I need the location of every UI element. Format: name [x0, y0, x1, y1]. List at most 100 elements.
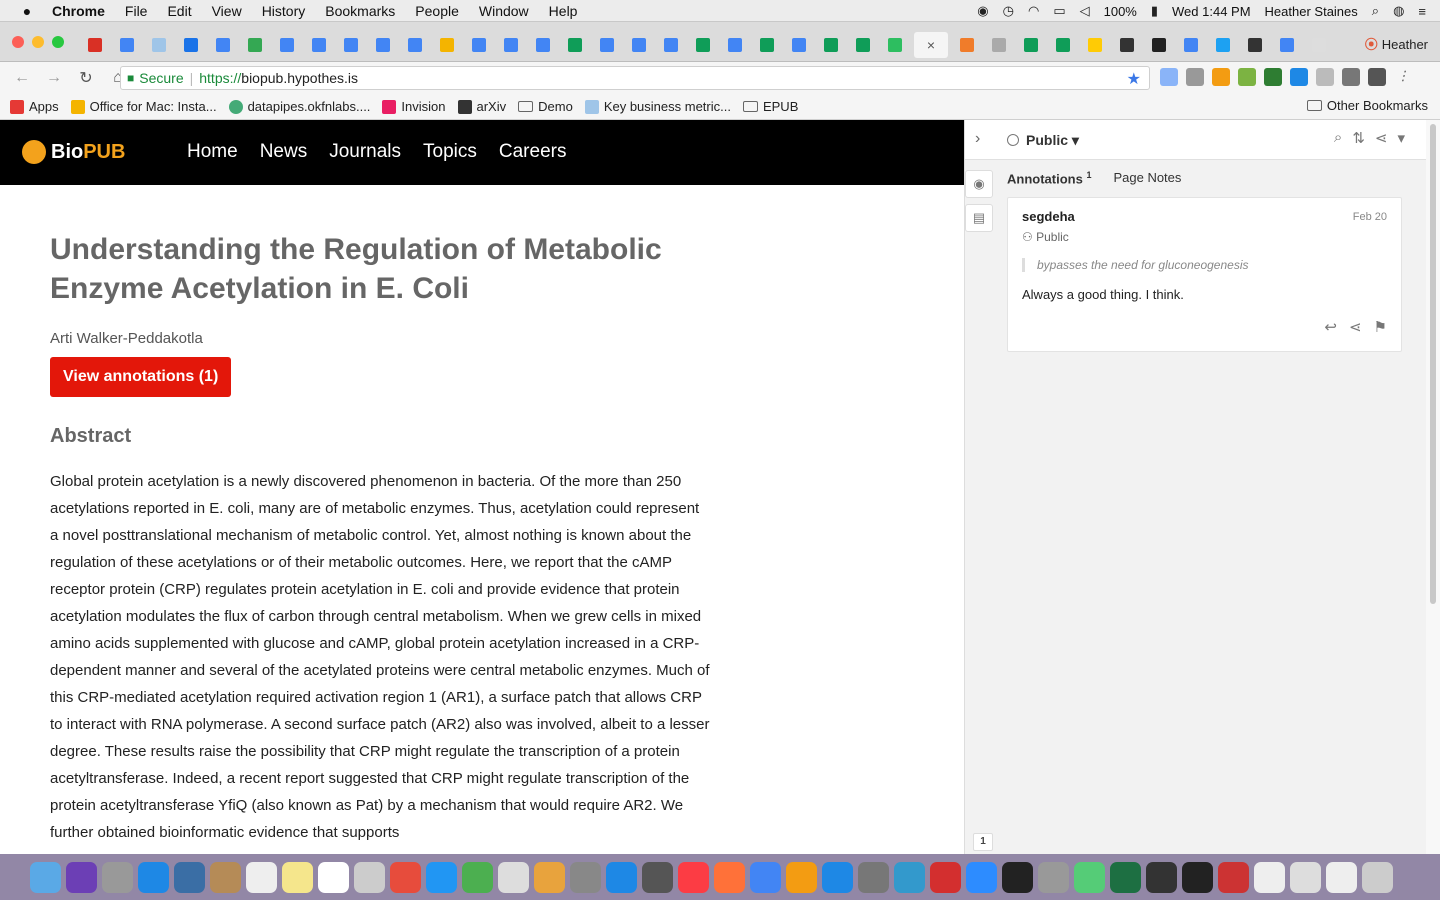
bookmark-arxiv[interactable]: arXiv — [457, 99, 506, 114]
extension-g-icon[interactable] — [1316, 68, 1334, 86]
menu-window[interactable]: Window — [479, 3, 529, 19]
dock-app-icon[interactable] — [894, 861, 925, 893]
tab-page-notes[interactable]: Page Notes — [1113, 170, 1181, 186]
url-bar[interactable]: ■ Secure | https:// biopub.hypothes.is ★ — [120, 66, 1150, 90]
tab-new-tab[interactable] — [1306, 32, 1332, 58]
new-page-note-icon[interactable]: ▤ — [965, 204, 993, 232]
bookmark-demo[interactable]: Demo — [518, 99, 573, 114]
close-window-icon[interactable] — [12, 36, 24, 48]
nav-topics[interactable]: Topics — [423, 141, 477, 163]
tab-docs[interactable] — [594, 32, 620, 58]
lock-icon[interactable]: ■ — [127, 71, 134, 85]
annotation-user[interactable]: segdeha — [1022, 209, 1075, 224]
tab-sheets[interactable] — [690, 32, 716, 58]
menu-bookmarks[interactable]: Bookmarks — [325, 3, 395, 19]
profile-button[interactable]: ⦿ Heather — [1365, 34, 1428, 53]
dock-app-icon[interactable] — [750, 861, 781, 893]
secure-label[interactable]: Secure — [139, 70, 183, 86]
forward-icon[interactable]: → — [44, 69, 64, 87]
annotation-date[interactable]: Feb 20 — [1353, 211, 1387, 223]
tab-hypothesis[interactable] — [1242, 32, 1268, 58]
tab-docs[interactable] — [530, 32, 556, 58]
dock-app-icon[interactable] — [678, 861, 709, 893]
article-author[interactable]: Arti Walker-Peddakotla — [50, 330, 710, 347]
dock-app-icon[interactable] — [210, 861, 241, 893]
tab-sheets[interactable] — [850, 32, 876, 58]
tab-sheets[interactable] — [754, 32, 780, 58]
tab-hypothesis-h[interactable] — [1146, 32, 1172, 58]
tab-sheets[interactable] — [818, 32, 844, 58]
apple-menu-icon[interactable]: ● — [18, 3, 36, 19]
extension-vimium-icon[interactable] — [1212, 68, 1230, 86]
tab-gmail[interactable] — [82, 32, 108, 58]
flag-icon[interactable]: ⚑ — [1374, 318, 1387, 336]
biopub-logo[interactable]: Bio PUB — [22, 140, 125, 164]
menu-people[interactable]: People — [415, 3, 459, 19]
bucket-count-badge[interactable]: 1 — [973, 833, 993, 851]
tab-docs[interactable] — [498, 32, 524, 58]
tab-hypothesis[interactable] — [1114, 32, 1140, 58]
minimize-window-icon[interactable] — [32, 36, 44, 48]
tab-photos[interactable] — [146, 32, 172, 58]
tab-drive[interactable] — [242, 32, 268, 58]
bookmark-epub[interactable]: EPUB — [742, 99, 798, 114]
dock-app-icon[interactable] — [1362, 861, 1393, 893]
notification-center-icon[interactable]: ≡ — [1418, 4, 1426, 19]
extension-flag-icon[interactable] — [1342, 68, 1360, 86]
user-name[interactable]: Heather Staines — [1265, 4, 1358, 19]
dock-app-icon[interactable] — [1290, 861, 1321, 893]
dock-app-icon[interactable] — [246, 861, 277, 893]
tab-docs[interactable] — [210, 32, 236, 58]
tab-w3schools[interactable] — [954, 32, 980, 58]
dock-app-icon[interactable] — [282, 861, 313, 893]
menu-edit[interactable]: Edit — [167, 3, 191, 19]
dock-app-icon[interactable] — [1218, 861, 1249, 893]
tab-docs[interactable] — [306, 32, 332, 58]
dock-app-icon[interactable] — [426, 861, 457, 893]
wifi-icon[interactable]: ◠ — [1028, 3, 1039, 19]
user-menu-icon[interactable]: ▾ — [1397, 129, 1405, 147]
dock-app-icon[interactable] — [966, 861, 997, 893]
dock-app-icon[interactable] — [534, 861, 565, 893]
chrome-menu-icon[interactable]: ⋮ — [1394, 68, 1412, 86]
view-annotations-button[interactable]: View annotations (1) — [50, 357, 232, 397]
tab-docs[interactable] — [722, 32, 748, 58]
dock-app-icon[interactable] — [30, 861, 61, 893]
tab-sheets[interactable] — [1018, 32, 1044, 58]
dock-app-icon[interactable] — [1002, 861, 1033, 893]
bookmark-office[interactable]: Office for Mac: Insta... — [70, 99, 217, 114]
tab-file[interactable] — [986, 32, 1012, 58]
dock-app-icon[interactable] — [390, 861, 421, 893]
extension-tools-icon[interactable] — [1368, 68, 1386, 86]
bookmark-other[interactable]: Other Bookmarks — [1306, 98, 1428, 113]
dock-app-icon[interactable] — [714, 861, 745, 893]
menu-history[interactable]: History — [262, 3, 306, 19]
reply-icon[interactable]: ↩ — [1324, 318, 1337, 336]
menu-view[interactable]: View — [212, 3, 242, 19]
tab-docs[interactable] — [402, 32, 428, 58]
bookmark-star-icon[interactable]: ★ — [1127, 69, 1141, 89]
dock-app-icon[interactable] — [822, 861, 853, 893]
tab-docs[interactable] — [626, 32, 652, 58]
tab-docs[interactable] — [338, 32, 364, 58]
search-icon[interactable]: ⌕ — [1334, 129, 1342, 147]
tab-slides[interactable] — [434, 32, 460, 58]
dock-app-icon[interactable] — [102, 861, 133, 893]
tab-annotations[interactable]: Annotations 1 — [1007, 170, 1091, 186]
bookmark-key-metrics[interactable]: Key business metric... — [584, 99, 731, 114]
nav-home[interactable]: Home — [187, 141, 238, 163]
dock-app-icon[interactable] — [786, 861, 817, 893]
tab-evernote[interactable] — [882, 32, 908, 58]
tab-docs[interactable] — [1178, 32, 1204, 58]
time-machine-icon[interactable]: ◷ — [1003, 3, 1014, 19]
menu-app-name[interactable]: Chrome — [52, 3, 105, 19]
back-icon[interactable]: ← — [12, 69, 32, 87]
dock-app-icon[interactable] — [570, 861, 601, 893]
tab-docs[interactable] — [370, 32, 396, 58]
dock-app-icon[interactable] — [354, 861, 385, 893]
menu-file[interactable]: File — [125, 3, 148, 19]
nav-journals[interactable]: Journals — [329, 141, 401, 163]
sort-icon[interactable]: ⇅ — [1352, 129, 1365, 147]
battery-icon[interactable]: ▮ — [1151, 3, 1158, 19]
show-highlights-eye-icon[interactable]: ◉ — [965, 170, 993, 198]
